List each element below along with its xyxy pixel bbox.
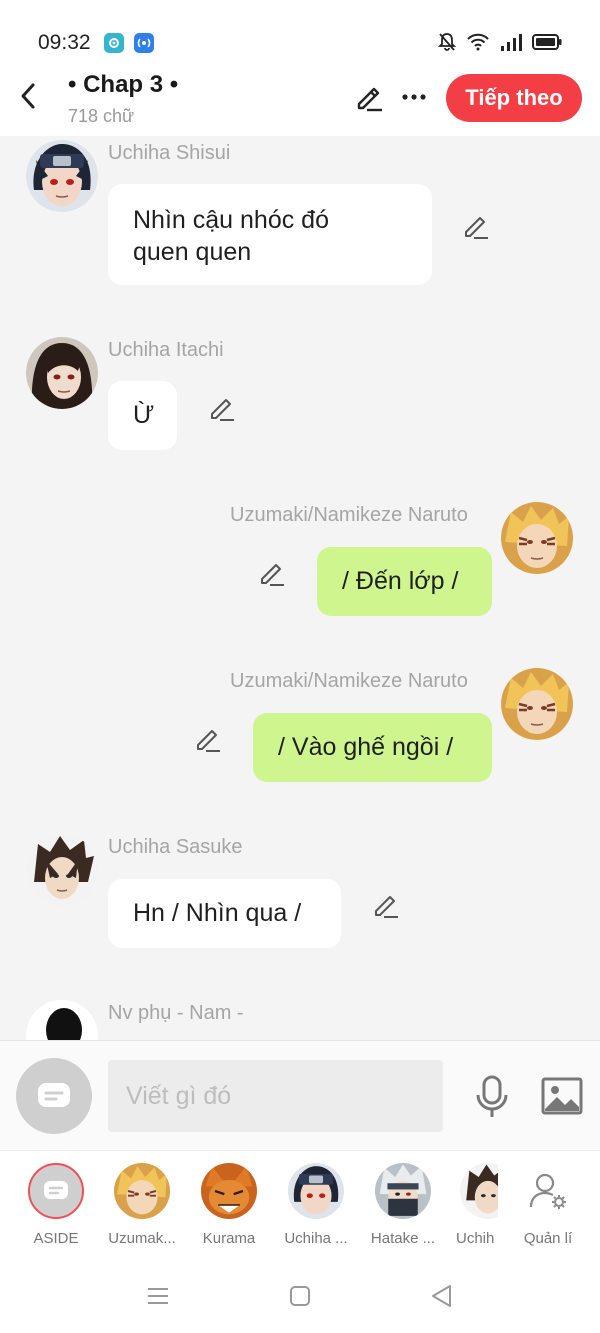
message-text-line: Nhìn cậu nhóc đó: [133, 206, 329, 234]
edit-message-button[interactable]: [372, 891, 400, 919]
message-bubble[interactable]: / Vào ghế ngồi /: [253, 713, 492, 782]
system-back-button[interactable]: [428, 1282, 456, 1310]
character-label: Hatake ...: [370, 1230, 436, 1247]
kakashi-avatar: [375, 1163, 431, 1219]
hotspot-notification-icon: [134, 33, 154, 53]
message-text-line: quen quen: [133, 238, 252, 266]
bell-off-icon: [438, 33, 456, 51]
sasuke-avatar: [460, 1163, 498, 1219]
character-bar: ASIDE Uzumak... Kurama Uchiha ... Hatake…: [0, 1150, 600, 1262]
edit-chapter-button[interactable]: [354, 82, 384, 112]
pencil-icon: [465, 217, 488, 239]
message-text-line: / Đến lớp /: [342, 567, 459, 595]
image-icon: [541, 1077, 583, 1115]
sender-name: Nv phụ - Nam -: [108, 1002, 244, 1024]
character-label: Quản lí: [523, 1230, 573, 1247]
character-label: Uzumak...: [108, 1230, 176, 1247]
wifi-icon: [467, 33, 489, 51]
shisui-avatar: [288, 1163, 344, 1219]
insert-image-button[interactable]: [541, 1077, 583, 1115]
recent-apps-button[interactable]: [144, 1282, 172, 1310]
chapter-header: • Chap 3 • 718 chữ Tiếp theo: [0, 62, 600, 136]
aside-toggle-button[interactable]: [16, 1058, 92, 1134]
character-sasuke[interactable]: Uchih: [448, 1163, 498, 1255]
message-bubble[interactable]: / Đến lớp /: [317, 547, 492, 616]
chevron-left-icon: [21, 83, 35, 109]
character-kurama[interactable]: Kurama: [189, 1163, 269, 1255]
message-text-line: / Vào ghế ngồi /: [278, 733, 454, 761]
pencil-icon: [261, 564, 284, 586]
sender-name: Uzumaki/Namikeze Naruto: [230, 670, 468, 692]
kurama-avatar: [201, 1163, 257, 1219]
message-text-line: Ừ: [133, 401, 155, 429]
pencil-icon: [357, 87, 382, 112]
character-kakashi[interactable]: Hatake ...: [363, 1163, 443, 1255]
home-button[interactable]: [286, 1282, 314, 1310]
edit-message-button[interactable]: [194, 725, 222, 753]
message-bubble[interactable]: Hn / Nhìn qua /: [108, 879, 341, 948]
character-label: Uchih: [456, 1230, 495, 1247]
naruto-avatar: [114, 1163, 170, 1219]
chat-bubble-icon: [38, 1083, 70, 1107]
next-chapter-button[interactable]: Tiếp theo: [446, 74, 582, 122]
square-icon: [290, 1286, 310, 1306]
voice-input-button[interactable]: [474, 1075, 510, 1119]
character-aside[interactable]: ASIDE: [16, 1163, 96, 1255]
edit-message-button[interactable]: [258, 559, 286, 587]
sender-name: Uchiha Shisui: [108, 142, 231, 164]
naruto-avatar[interactable]: [501, 502, 573, 574]
more-horizontal-icon: [402, 94, 426, 100]
character-label: Uchiha ...: [284, 1230, 348, 1247]
status-icons: [438, 32, 562, 52]
character-label: ASIDE: [33, 1230, 79, 1247]
signal-icon: [501, 34, 522, 51]
system-nav-bar: [0, 1262, 600, 1333]
message-input[interactable]: [108, 1060, 443, 1132]
status-time: 09:32: [38, 31, 91, 54]
manage-icon: [520, 1163, 576, 1219]
triangle-back-icon: [432, 1285, 451, 1307]
message-bubble[interactable]: Ừ: [108, 381, 177, 450]
back-button[interactable]: [12, 76, 44, 116]
edit-message-button[interactable]: [208, 394, 236, 422]
pencil-icon: [211, 399, 234, 421]
microphone-icon: [476, 1075, 508, 1117]
word-count: 718 chữ: [68, 106, 135, 126]
message-text-line: Hn / Nhìn qua /: [133, 899, 302, 927]
app-notification-icon: [104, 33, 124, 53]
chapter-title: • Chap 3 •: [68, 71, 179, 98]
menu-icon: [148, 1288, 168, 1304]
message-bubble[interactable]: Nhìn cậu nhóc đó quen quen: [108, 184, 432, 285]
chat-messages: Uchiha Shisui Nhìn cậu nhóc đó quen quen…: [0, 136, 600, 1040]
more-options-button[interactable]: [400, 82, 428, 112]
battery-icon: [532, 34, 562, 50]
character-label: Kurama: [202, 1230, 256, 1247]
edit-message-button[interactable]: [462, 212, 490, 240]
pencil-icon: [375, 896, 398, 918]
sender-name: Uchiha Itachi: [108, 339, 224, 361]
message-composer: [0, 1040, 600, 1150]
sender-name: Uzumaki/Namikeze Naruto: [230, 504, 468, 526]
sender-name: Uchiha Sasuke: [108, 836, 243, 858]
aside-icon: [28, 1163, 84, 1219]
itachi-avatar[interactable]: [26, 337, 98, 409]
sasuke-avatar[interactable]: [26, 834, 98, 906]
manage-characters-button[interactable]: Quản lí: [508, 1163, 588, 1255]
character-shisui[interactable]: Uchiha ...: [276, 1163, 356, 1255]
silhouette-avatar[interactable]: [26, 1000, 98, 1040]
pencil-icon: [197, 730, 220, 752]
naruto-avatar[interactable]: [501, 668, 573, 740]
character-naruto[interactable]: Uzumak...: [102, 1163, 182, 1255]
shisui-avatar[interactable]: [26, 140, 98, 212]
